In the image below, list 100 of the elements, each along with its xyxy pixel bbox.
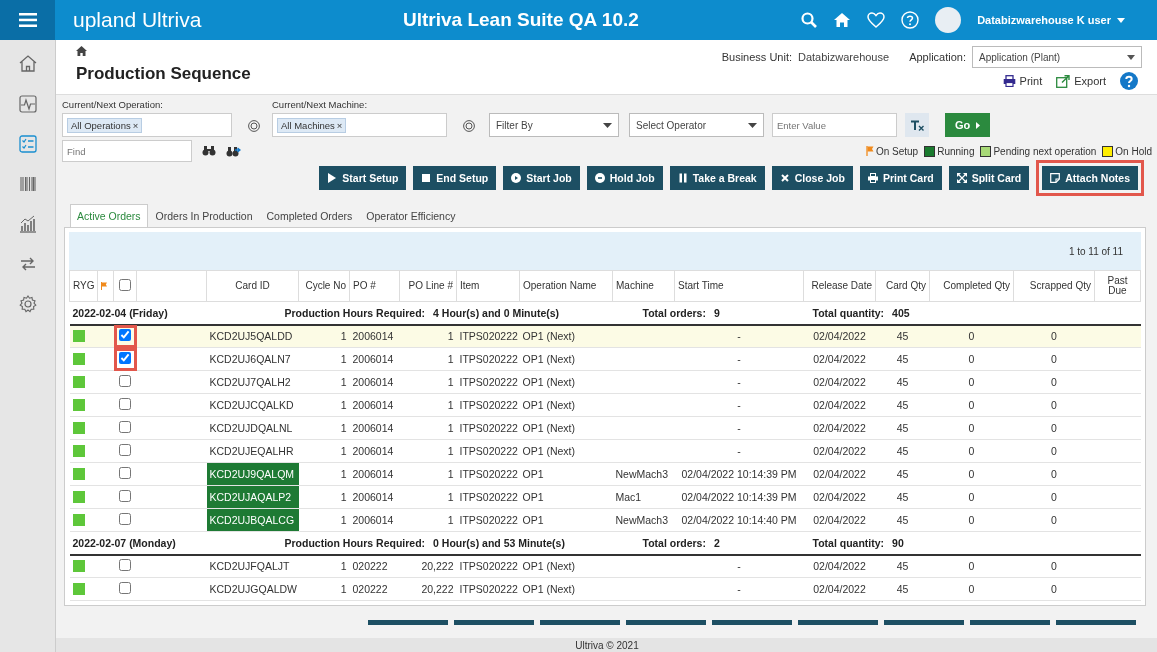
table-cell: 1 [399, 347, 457, 371]
table-cell: 0 [929, 485, 1014, 509]
row-checkbox[interactable] [119, 513, 131, 525]
table-cell: - [674, 324, 804, 348]
sidebar-item[interactable] [17, 134, 38, 154]
home-icon[interactable] [76, 46, 87, 56]
table-cell: OP1 (Next) [519, 370, 613, 394]
chart-icon [17, 214, 38, 234]
go-button[interactable]: Go [945, 113, 991, 137]
column-header[interactable]: Release Date [803, 270, 876, 302]
column-header[interactable]: Card ID [206, 270, 299, 302]
group-value: 2 [713, 536, 720, 549]
business-unit-value: Databizwarehouse [798, 51, 890, 63]
avatar[interactable] [935, 7, 962, 33]
tab[interactable]: Operator Efficiency [360, 204, 462, 227]
menu-button[interactable] [0, 0, 55, 40]
row-checkbox[interactable] [119, 398, 131, 410]
table-cell: OP1 (Next) [519, 439, 613, 463]
column-header[interactable]: PO # [349, 270, 400, 302]
row-checkbox[interactable] [119, 375, 131, 387]
table-cell: KCD2UJ6QALN7 [206, 347, 299, 371]
sidebar-item[interactable] [17, 294, 38, 314]
dropdown[interactable]: Select Operator [629, 113, 764, 137]
binoculars-icon[interactable] [202, 146, 216, 156]
caret-icon[interactable] [1117, 17, 1125, 23]
pager-text: 1 to 11 of 11 [1068, 245, 1123, 257]
column-header[interactable]: Completed Qty [929, 270, 1014, 302]
find-field[interactable]: Find [62, 140, 192, 162]
menu-icon [18, 13, 37, 27]
sidebar-item[interactable] [17, 214, 38, 234]
search-icon[interactable] [801, 12, 818, 28]
action-button[interactable]: Start Job [503, 166, 580, 190]
tab[interactable]: Active Orders [70, 204, 148, 227]
expand-icon [956, 173, 967, 183]
table-cell: KCD2UJAQALP2 [206, 485, 299, 509]
action-button[interactable]: Close Job [771, 166, 853, 190]
action-button[interactable]: Split Card [948, 166, 1030, 190]
sidebar-item[interactable] [17, 54, 38, 74]
select-all-checkbox[interactable] [119, 278, 131, 291]
value-field[interactable]: Enter Value [772, 113, 897, 137]
page-title: Production Sequence [76, 64, 251, 84]
table-cell: 0 [929, 370, 1014, 394]
sidebar-item[interactable] [17, 94, 38, 114]
application-dropdown[interactable]: Application (Plant) [972, 46, 1142, 68]
column-header[interactable]: Start Time [674, 270, 804, 302]
row-checkbox[interactable] [119, 421, 131, 433]
action-button[interactable]: Hold Job [586, 166, 663, 190]
table-cell: 1 [399, 508, 457, 532]
row-checkbox[interactable] [119, 467, 131, 479]
row-checkbox[interactable] [119, 582, 131, 594]
footer-text: Ultriva © 2021 [56, 638, 1157, 652]
user-name[interactable]: Databizwarehouse K user [977, 14, 1111, 26]
table-cell: ITPS020222 [456, 347, 520, 371]
column-header[interactable]: Card Qty [875, 270, 930, 302]
action-button[interactable]: Start Setup [319, 166, 407, 190]
sidebar-item[interactable] [17, 174, 38, 194]
tab[interactable]: Completed Orders [260, 204, 359, 227]
table-cell: 0 [1013, 577, 1095, 601]
tag-field[interactable]: All Machines × [272, 113, 447, 137]
row-checkbox[interactable] [119, 559, 131, 572]
filter-tag[interactable]: All Machines × [277, 117, 347, 133]
export-link[interactable]: Export [1056, 74, 1106, 88]
row-checkbox[interactable] [119, 444, 131, 456]
table-cell: 45 [875, 393, 930, 417]
table-cell: OP1 [519, 485, 613, 509]
column-header[interactable]: Operation Name [519, 270, 613, 302]
row-checkbox[interactable] [119, 490, 131, 502]
print-link[interactable]: Print [1002, 75, 1043, 87]
tab[interactable]: Orders In Production [149, 204, 259, 227]
action-button[interactable]: Take a Break [669, 166, 765, 190]
row-checkbox[interactable] [119, 352, 131, 364]
column-header[interactable]: Past Due [1094, 270, 1141, 302]
action-button[interactable]: Attach Notes [1042, 166, 1138, 190]
column-header[interactable]: Machine [612, 270, 675, 302]
table-cell: OP1 (Next) [519, 554, 613, 578]
column-header[interactable]: Cycle No [298, 270, 350, 302]
action-button[interactable]: Print Card [859, 166, 942, 190]
clear-filter-button[interactable] [905, 113, 929, 137]
action-button[interactable]: End Setup [413, 166, 497, 190]
table-cell: ITPS020222 [456, 393, 520, 417]
tag-field[interactable]: All Operations × [62, 113, 232, 137]
table-cell: NewMach3 [612, 508, 675, 532]
table-cell: 02/04/2022 [803, 347, 876, 371]
table-cell: 45 [875, 416, 930, 440]
table-cell: 0 [1013, 508, 1095, 532]
column-header[interactable]: RYG [69, 270, 98, 302]
row-checkbox[interactable] [119, 329, 131, 342]
table-cell: OP1 (Next) [519, 393, 613, 417]
dropdown[interactable]: Filter By [489, 113, 619, 137]
filter-tag[interactable]: All Operations × [67, 117, 143, 133]
heart-icon[interactable] [867, 12, 886, 28]
binoculars-arrow-icon[interactable] [226, 145, 241, 157]
column-header[interactable]: Item [456, 270, 520, 302]
column-header[interactable]: PO Line # [399, 270, 457, 302]
group-value: 90 [892, 536, 904, 549]
table-cell: 02/04/2022 [803, 554, 876, 578]
caret-icon [603, 122, 612, 128]
table-cell: 0 [1013, 370, 1095, 394]
table-cell: 1 [298, 370, 350, 394]
column-header[interactable]: Scrapped Qty [1013, 270, 1095, 302]
